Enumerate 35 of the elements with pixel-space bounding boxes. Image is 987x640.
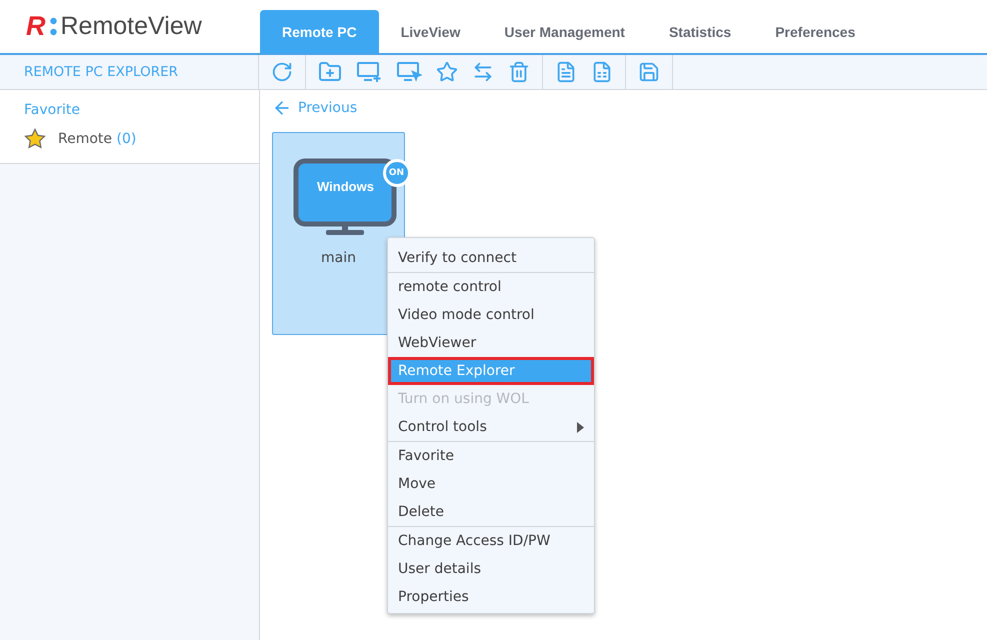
menu-item[interactable]: Verify to connect [388,244,594,272]
menu-item[interactable]: Video mode control [388,301,594,329]
monitor-cursor-icon[interactable] [396,61,422,83]
screen-label: Windows [316,179,375,194]
group-entry[interactable]: Remote (0) [58,130,136,146]
folder-add-icon[interactable] [318,60,342,84]
logo-mark: R [26,11,46,42]
save-icon[interactable] [638,61,660,83]
menu-item[interactable]: Control tools [388,413,594,441]
refresh-icon[interactable] [271,61,293,83]
document-icon[interactable] [555,61,577,83]
menu-item[interactable]: Delete [388,498,594,526]
menu-item[interactable]: Move [388,470,594,498]
device-name: main [321,250,356,266]
monitor-add-icon[interactable] [356,61,382,83]
menu-item[interactable]: Favorite [388,442,594,470]
spreadsheet-icon[interactable] [591,61,613,83]
delete-icon[interactable] [508,61,530,83]
sidebar-title: REMOTE PC EXPLORER [0,55,259,89]
menu-item[interactable]: remote control [388,273,594,301]
nav-tab[interactable]: LiveView [378,10,482,53]
star-icon [24,128,46,149]
submenu-caret-icon [577,422,584,432]
nav-tab[interactable]: User Management [482,10,647,53]
menu-item[interactable]: User details [388,555,594,583]
sidebar-section: Favorite [24,102,259,118]
star-add-icon[interactable] [436,61,458,83]
swap-arrows-icon[interactable] [472,61,494,83]
logo-text: RemoteView [60,12,202,41]
menu-item[interactable]: Change Access ID/PW [388,527,594,555]
nav-tab[interactable]: Statistics [646,10,754,53]
logo-dots-icon [50,16,56,36]
nav-tab[interactable]: Preferences [753,10,878,53]
menu-item[interactable]: Properties [388,583,594,611]
menu-item[interactable]: WebViewer [388,329,594,357]
